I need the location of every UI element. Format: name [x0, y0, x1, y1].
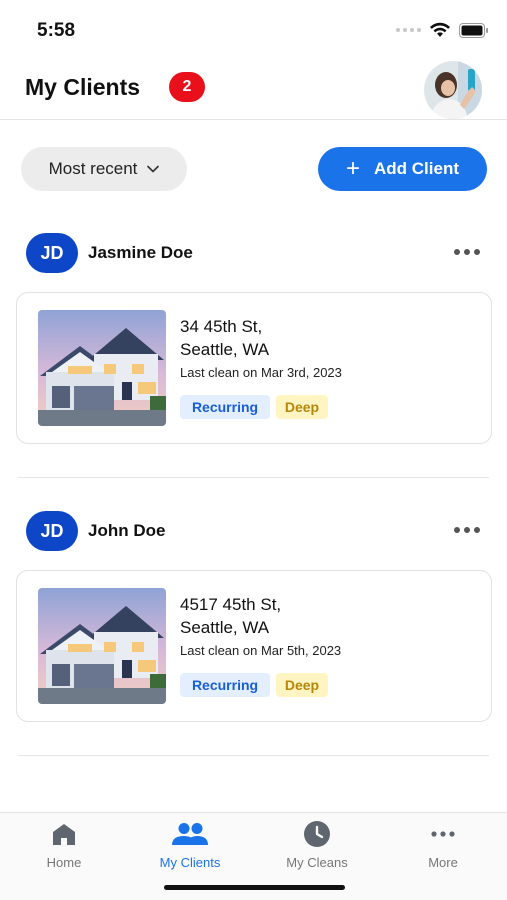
more-icon — [431, 831, 455, 837]
tab-my-clients[interactable]: My Clients — [127, 821, 253, 877]
home-icon — [53, 824, 75, 845]
status-bar: 5:58 — [0, 0, 507, 58]
client-header[interactable]: JD John Doe — [0, 511, 507, 555]
tab-my-clients-label: My Clients — [159, 855, 221, 870]
property-card[interactable]: 4517 45th St, Seattle, WA Last clean on … — [16, 570, 492, 722]
plus-icon: + — [345, 155, 360, 182]
status-icons — [396, 22, 489, 38]
tab-more-label: More — [428, 855, 458, 870]
add-client-button[interactable]: + Add Client — [318, 147, 487, 191]
chevron-down-icon — [147, 165, 160, 173]
add-client-label: Add Client — [374, 159, 459, 178]
cellular-signal-icon — [396, 28, 421, 32]
client-header[interactable]: JD Jasmine Doe — [0, 233, 507, 277]
home-indicator — [164, 885, 345, 890]
avatar[interactable] — [424, 61, 482, 119]
wifi-icon — [430, 22, 450, 37]
client-initials-avatar: JD — [26, 511, 78, 551]
header: My Clients 2 — [0, 58, 507, 120]
address-line-2: Seattle, WA — [180, 340, 270, 359]
page-title: My Clients — [25, 74, 141, 100]
address-line-2: Seattle, WA — [180, 618, 270, 637]
house-image — [38, 310, 166, 426]
people-icon — [172, 823, 208, 845]
house-image — [38, 588, 166, 704]
tab-my-cleans[interactable]: My Cleans — [254, 821, 380, 877]
status-time: 5:58 — [37, 20, 76, 41]
deep-tag: Deep — [276, 395, 328, 419]
tab-more[interactable]: More — [380, 821, 506, 877]
property-card[interactable]: 34 45th St, Seattle, WA Last clean on Ma… — [16, 292, 492, 444]
deep-tag: Deep — [276, 673, 328, 697]
recurring-tag: Recurring — [180, 673, 270, 697]
more-options-icon[interactable] — [454, 249, 480, 255]
client-initials-avatar: JD — [26, 233, 78, 273]
address-line-1: 34 45th St, — [180, 317, 263, 336]
tab-home[interactable]: Home — [1, 821, 127, 877]
clock-icon — [304, 821, 330, 847]
client-name: Jasmine Doe — [88, 243, 193, 262]
tab-my-cleans-label: My Cleans — [286, 855, 348, 870]
tab-home-label: Home — [46, 855, 82, 870]
last-clean-date: Last clean on Mar 5th, 2023 — [180, 643, 342, 658]
recurring-tag: Recurring — [180, 395, 270, 419]
client-name: John Doe — [88, 521, 166, 540]
battery-icon — [459, 22, 488, 38]
more-options-icon[interactable] — [454, 527, 480, 533]
last-clean-date: Last clean on Mar 3rd, 2023 — [180, 365, 342, 380]
client-count-badge: 2 — [169, 72, 205, 102]
divider — [18, 755, 489, 756]
sort-dropdown[interactable]: Most recent — [21, 147, 187, 191]
address-line-1: 4517 45th St, — [180, 595, 282, 614]
divider — [18, 477, 489, 478]
sort-dropdown-label: Most recent — [48, 159, 138, 178]
